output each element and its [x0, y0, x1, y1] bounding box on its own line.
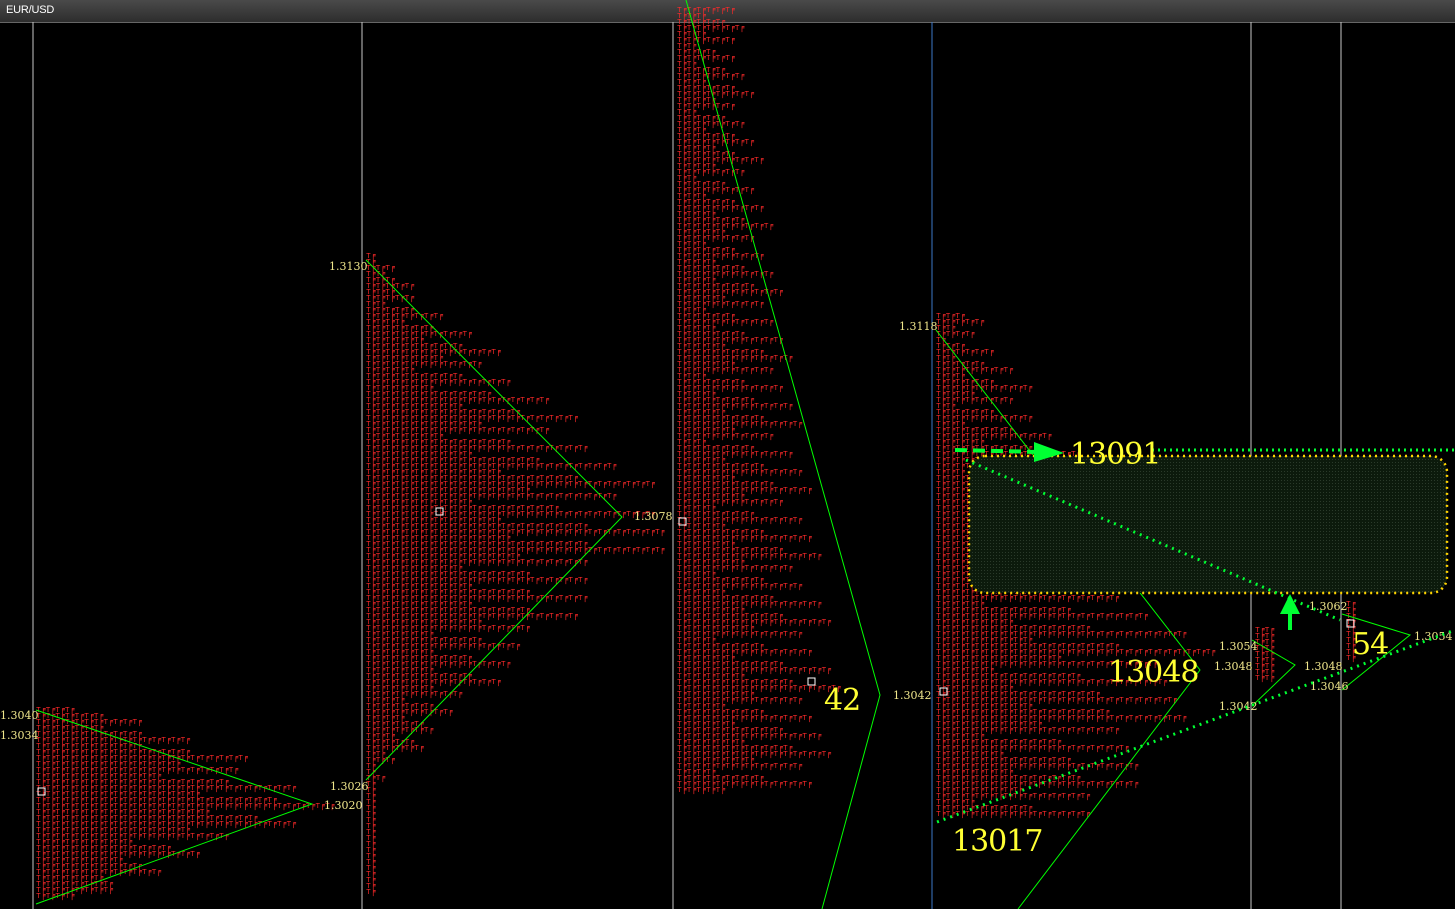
tpo-row: ⊤╒⊤╒ [1255, 673, 1274, 682]
highlight-zone-box [967, 454, 1449, 595]
price-label: 1.3054 [1414, 630, 1453, 643]
price-label: 1.3078 [634, 510, 673, 523]
annotation-label: 42 [824, 683, 860, 718]
up-arrow-icon [1280, 594, 1300, 614]
price-label: 1.3130 [329, 260, 368, 273]
tpo-row: ⊤╒⊤╒⊤╒⊤╒⊤╒⊤╒⊤╒⊤╒⊤╒⊤╒⊤╒⊤╒⊤╒⊤╒⊤╒⊤╒ [936, 809, 1090, 818]
tpo-row: ⊤╒⊤╒⊤╒⊤╒⊤╒ [677, 785, 725, 794]
price-label: 1.3042 [1219, 700, 1258, 713]
price-label: 1.3034 [0, 729, 39, 742]
price-label: 1.3026 [330, 780, 369, 793]
price-label: 1.3062 [1309, 600, 1348, 613]
price-label: 1.3048 [1214, 660, 1253, 673]
price-label: 1.3048 [1304, 660, 1343, 673]
price-label: 1.3118 [899, 320, 938, 333]
chart-canvas[interactable]: ⊤╒⊤╒⊤╒⊤╒⊤╒⊤╒⊤╒⊤╒⊤╒⊤╒⊤╒⊤╒⊤╒⊤╒⊤╒⊤╒⊤╒⊤╒⊤╒⊤╒… [0, 0, 1455, 909]
price-label: 1.3020 [324, 799, 363, 812]
annotation-label: 13017 [952, 824, 1042, 859]
price-label: 1.3046 [1310, 680, 1349, 693]
price-label: 1.3040 [0, 709, 39, 722]
price-label: 1.3042 [893, 689, 932, 702]
annotation-label: 13091 [1070, 437, 1160, 472]
annotation-label: 13048 [1108, 655, 1198, 690]
tpo-row: ⊤╒ [366, 887, 376, 896]
price-label: 1.3054 [1219, 640, 1258, 653]
market-profile-chart: EUR/USD ⊤╒⊤╒⊤╒⊤╒ ⊤╒⊤╒⊤╒⊤╒⊤╒⊤╒⊤╒ ⊤╒⊤╒⊤╒⊤╒⊤╒… [0, 0, 1455, 909]
annotation-label: 54 [1352, 627, 1388, 662]
